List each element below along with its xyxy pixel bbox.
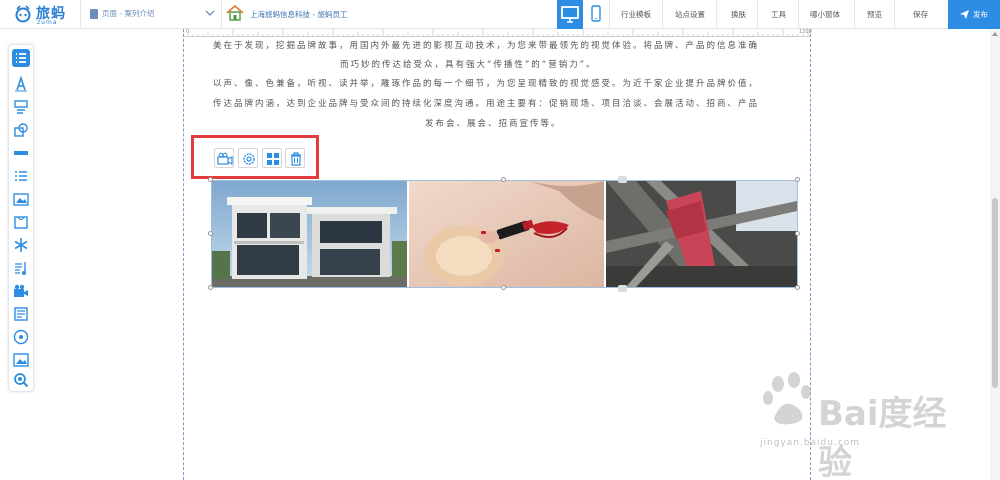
- resize-handle-top-center[interactable]: [501, 177, 506, 182]
- divider: [662, 0, 663, 29]
- document-icon: [90, 9, 98, 19]
- resize-handle-bottom-right[interactable]: [795, 285, 800, 290]
- phone-icon: [591, 5, 601, 22]
- menu-save[interactable]: 保存: [913, 9, 928, 20]
- send-icon: [960, 10, 969, 19]
- video-camera-icon[interactable]: [12, 282, 30, 300]
- paragraph-line-2: 而巧妙的传达给受众，具有强大“传播性”的“营销力”。: [340, 60, 597, 70]
- left-toolbar: [8, 44, 34, 392]
- horizontal-ruler: 0 1200: [183, 29, 812, 37]
- home-icon: [226, 5, 244, 21]
- menu-preview[interactable]: 预览: [867, 9, 882, 20]
- resize-handle-bottom-center[interactable]: [501, 285, 506, 290]
- baidu-watermark: Bai度经验 jingyan.baidu.com: [760, 370, 960, 480]
- menu-site-settings[interactable]: 站点设置: [675, 9, 705, 20]
- scroll-thumb[interactable]: [992, 198, 998, 388]
- frame-icon[interactable]: [12, 213, 30, 231]
- resize-handle-top-right[interactable]: [795, 177, 800, 182]
- picture-icon[interactable]: [12, 351, 30, 369]
- guide-line-left: [183, 29, 184, 480]
- top-bar: 旅蚂 zuma 页面 - 案列介绍 上海旅蚂信息科技 - 旅蚂员工 行业模板 站: [0, 0, 1000, 29]
- lipstick-image: [409, 181, 604, 287]
- menu-skin[interactable]: 换肤: [731, 9, 746, 20]
- list-items-icon[interactable]: [12, 167, 30, 185]
- resize-handle-middle-right[interactable]: [795, 231, 800, 236]
- publish-label: 发布: [973, 10, 988, 19]
- gym-image: [606, 181, 797, 287]
- menu-industry-template[interactable]: 行业模板: [621, 9, 651, 20]
- resize-handle-bottom-left[interactable]: [208, 285, 213, 290]
- logo-icon: [15, 5, 31, 23]
- drag-handle-icon[interactable]: [618, 285, 627, 292]
- divider: [894, 0, 895, 29]
- divider: [609, 0, 610, 29]
- publish-button[interactable]: 发布: [948, 0, 1000, 29]
- snowflake-icon[interactable]: [12, 236, 30, 254]
- watermark-brand: Bai度经验: [818, 394, 947, 480]
- paragraph-line-5: 发布会、展会、招商宣传等。: [425, 119, 562, 129]
- video-icon[interactable]: [214, 148, 234, 168]
- divider: [798, 0, 799, 29]
- divider: [716, 0, 717, 29]
- vertical-scrollbar[interactable]: [990, 30, 1000, 480]
- disc-icon[interactable]: [12, 328, 30, 346]
- site-label: 上海旅蚂信息科技 - 旅蚂员工: [250, 10, 348, 19]
- gallery-icon[interactable]: [12, 190, 30, 208]
- paragraph-line-1: 美在于发现，挖掘品牌故事，用国内外最先进的影视互动技术，为您来带最领先的视觉体验…: [213, 41, 760, 51]
- gallery-image-gym[interactable]: [606, 181, 797, 287]
- resize-handle-top-left[interactable]: [208, 177, 213, 182]
- resize-handle-middle-left[interactable]: [208, 231, 213, 236]
- gallery-image-house[interactable]: [212, 181, 407, 287]
- paragraph-line-4: 传达品牌内涵，达到企业品牌与受众间的持续化深度沟通。用途主要有：促销现场、项目洽…: [213, 99, 760, 109]
- desktop-view-button[interactable]: [557, 0, 583, 29]
- search-zoom-icon[interactable]: [12, 371, 30, 389]
- page-select[interactable]: 页面 - 案列介绍: [90, 0, 220, 29]
- monitor-icon: [561, 6, 579, 23]
- shapes-icon[interactable]: [12, 121, 30, 139]
- divider: [221, 0, 222, 29]
- text-icon[interactable]: [12, 75, 30, 93]
- image-gallery[interactable]: [211, 180, 798, 288]
- ruler-label-start: 0: [186, 29, 190, 35]
- gallery-image-lipstick[interactable]: [409, 181, 604, 287]
- rotate-handle-icon[interactable]: [618, 176, 627, 183]
- logo-subtext: zuma: [37, 19, 58, 26]
- house-image: [212, 181, 407, 287]
- ruler-ticks: [183, 29, 809, 37]
- page-select-label: 页面 - 案列介绍: [102, 9, 155, 18]
- image-text-icon[interactable]: [12, 98, 30, 116]
- menu-mini-window[interactable]: 哪小窗体: [810, 9, 840, 20]
- mobile-view-button[interactable]: [583, 0, 609, 29]
- logo[interactable]: 旅蚂 zuma: [12, 3, 72, 27]
- divider-icon[interactable]: [12, 144, 30, 162]
- form-icon[interactable]: [12, 305, 30, 323]
- divider: [757, 0, 758, 29]
- paw-icon: [763, 372, 811, 425]
- list-icon[interactable]: [12, 49, 30, 67]
- scroll-up-icon[interactable]: [992, 32, 998, 36]
- trash-icon[interactable]: [285, 148, 305, 168]
- chevron-down-icon: [205, 10, 215, 16]
- divider: [854, 0, 855, 29]
- settings-icon[interactable]: [238, 148, 258, 168]
- grid-icon[interactable]: [262, 148, 282, 168]
- paragraph-line-3: 以声、像、色兼备，听视、读并举，雕琢作品的每一个细节，为您呈现精致的视觉感受。为…: [213, 79, 760, 89]
- music-icon[interactable]: [12, 259, 30, 277]
- divider: [80, 0, 81, 29]
- watermark-url: jingyan.baidu.com: [760, 438, 861, 448]
- menu-tools[interactable]: 工具: [771, 9, 786, 20]
